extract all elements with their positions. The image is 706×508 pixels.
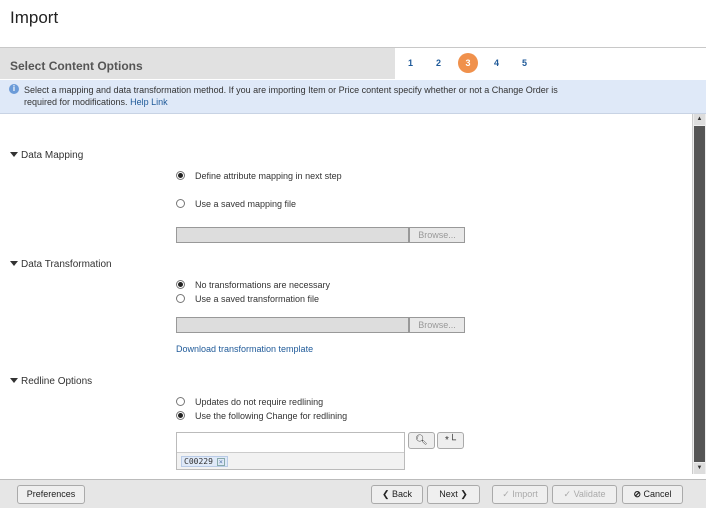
transformation-browse-button[interactable]: Browse... bbox=[409, 317, 465, 333]
search-icon: 🔍︎ bbox=[415, 435, 428, 446]
info-text: Select a mapping and data transformation… bbox=[24, 85, 558, 107]
mapping-browse-button[interactable]: Browse... bbox=[409, 227, 465, 243]
step-header: Select Content Options 1 2 3 4 5 bbox=[0, 47, 706, 79]
radio-no-transformation[interactable] bbox=[176, 280, 185, 289]
radio-label: No transformations are necessary bbox=[195, 280, 331, 290]
next-label: Next bbox=[439, 489, 458, 499]
validate-label: Validate bbox=[573, 489, 606, 499]
radio-saved-mapping[interactable] bbox=[176, 199, 185, 208]
mapping-file-input[interactable] bbox=[176, 227, 409, 243]
chevron-left-icon: ❮ bbox=[381, 489, 393, 499]
section-data-transformation[interactable]: Data Transformation bbox=[10, 259, 112, 270]
cancel-button[interactable]: ⊘ Cancel bbox=[622, 485, 683, 504]
section-label: Data Mapping bbox=[21, 150, 84, 161]
change-search-input[interactable] bbox=[179, 435, 401, 449]
cancel-label: Cancel bbox=[643, 489, 672, 499]
radio-saved-transformation[interactable] bbox=[176, 294, 185, 303]
change-token: C00229 × bbox=[181, 456, 228, 467]
collapse-triangle-icon bbox=[10, 152, 18, 157]
cancel-circle-icon: ⊘ bbox=[633, 489, 644, 499]
section-redline-options[interactable]: Redline Options bbox=[10, 376, 92, 387]
search-button[interactable]: 🔍︎ bbox=[408, 432, 435, 449]
info-icon: i bbox=[9, 84, 19, 94]
radio-label: Use a saved transformation file bbox=[195, 294, 320, 304]
remove-token-icon[interactable]: × bbox=[216, 458, 225, 466]
section-data-mapping[interactable]: Data Mapping bbox=[10, 150, 83, 161]
step-4[interactable]: 4 bbox=[494, 58, 499, 68]
validate-button[interactable]: ✓ Validate bbox=[552, 485, 617, 504]
create-change-button[interactable]: *└ bbox=[437, 432, 464, 449]
vertical-scrollbar[interactable]: ▲ ▼ bbox=[692, 114, 706, 474]
radio-label: Define attribute mapping in next step bbox=[195, 171, 342, 181]
radio-define-mapping[interactable] bbox=[176, 171, 185, 180]
transformation-file-input[interactable] bbox=[176, 317, 409, 333]
step-2[interactable]: 2 bbox=[436, 58, 441, 68]
import-button[interactable]: ✓ Import bbox=[492, 485, 548, 504]
radio-no-redlining[interactable] bbox=[176, 397, 185, 406]
step-title: Select Content Options bbox=[10, 59, 143, 73]
help-link[interactable]: Help Link bbox=[130, 97, 168, 107]
section-label: Data Transformation bbox=[21, 259, 112, 270]
collapse-triangle-icon bbox=[10, 261, 18, 266]
collapse-triangle-icon bbox=[10, 378, 18, 383]
radio-label: Use the following Change for redlining bbox=[195, 411, 348, 421]
radio-label: Use a saved mapping file bbox=[195, 199, 297, 209]
radio-label: Updates do not require redlining bbox=[195, 397, 324, 407]
check-icon: ✓ bbox=[502, 489, 513, 499]
import-label: Import bbox=[512, 489, 538, 499]
scroll-up-arrow-icon[interactable]: ▲ bbox=[694, 114, 705, 125]
download-template-link[interactable]: Download transformation template bbox=[176, 344, 313, 354]
page-title: Import bbox=[10, 8, 59, 27]
new-item-icon: *└ bbox=[445, 435, 456, 446]
radio-use-change[interactable] bbox=[176, 411, 185, 420]
step-3-current: 3 bbox=[458, 53, 478, 73]
step-1[interactable]: 1 bbox=[408, 58, 413, 68]
scrollbar-thumb[interactable] bbox=[694, 126, 705, 462]
preferences-button[interactable]: Preferences bbox=[17, 485, 85, 504]
section-label: Redline Options bbox=[21, 376, 93, 387]
step-train: 1 2 3 4 5 bbox=[395, 48, 706, 79]
footer-toolbar: Preferences ❮ Back Next ❯ ✓ Import ✓ Val… bbox=[0, 479, 706, 508]
check-icon: ✓ bbox=[563, 489, 574, 499]
change-picker[interactable]: C00229 × bbox=[176, 432, 405, 470]
back-label: Back bbox=[392, 489, 413, 499]
chevron-right-icon: ❯ bbox=[457, 489, 468, 499]
back-button[interactable]: ❮ Back bbox=[371, 485, 423, 504]
info-banner: i Select a mapping and data transformati… bbox=[0, 80, 706, 114]
change-token-label: C00229 bbox=[184, 457, 213, 466]
step-5[interactable]: 5 bbox=[522, 58, 527, 68]
next-button[interactable]: Next ❯ bbox=[427, 485, 480, 504]
scroll-down-arrow-icon[interactable]: ▼ bbox=[694, 463, 705, 474]
